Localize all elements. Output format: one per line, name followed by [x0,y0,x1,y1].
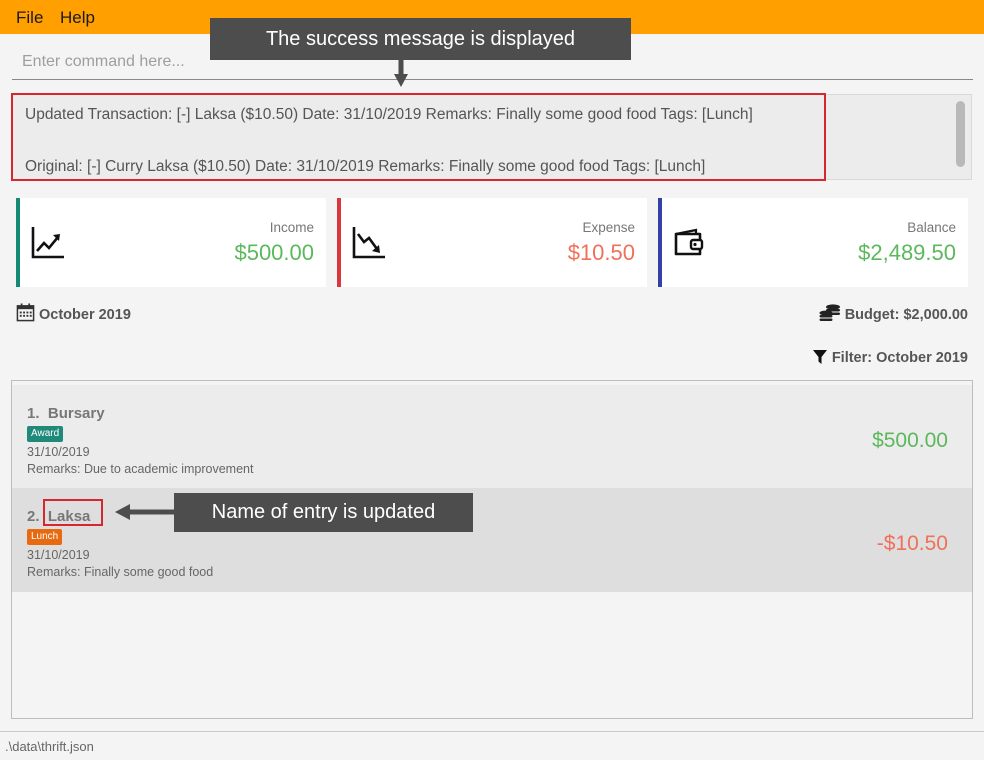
filter-label: Filter: October 2019 [831,350,968,366]
balance-value: $2,489.50 [858,240,956,265]
name-highlight-box [43,499,103,526]
coins-icon [819,304,840,321]
balance-card-bar [658,198,662,287]
menu-help[interactable]: Help [60,8,95,28]
wallet-icon [674,228,704,256]
success-callout: The success message is displayed [210,18,631,60]
income-card-bar [16,198,20,287]
expense-card: Expense $10.50 [337,198,647,287]
transaction-amount: $500.00 [872,429,948,452]
period-indicator: October 2019 [16,303,131,323]
result-scrollbar[interactable] [956,101,965,167]
name-updated-arrow [115,504,176,520]
transaction-row-1[interactable]: 1. Bursary Award 31/10/2019 Remarks: Due… [12,385,972,489]
filter-indicator: Filter: October 2019 [812,349,968,366]
tag-lunch: Lunch [27,529,63,545]
balance-card: Balance $2,489.50 [658,198,968,287]
transaction-date: 31/10/2019 [27,548,90,562]
calendar-icon [16,303,35,322]
data-file-path: .\data\thrift.json [5,739,94,754]
income-value: $500.00 [234,240,314,265]
result-highlight-box [11,93,826,181]
trend-down-icon [352,227,385,259]
trend-up-icon [31,227,64,259]
transaction-remarks: Remarks: Finally some good food [27,565,214,579]
period-label: October 2019 [39,307,131,323]
tag-award: Award [27,426,64,442]
expense-label: Expense [582,220,635,235]
expense-value: $10.50 [567,240,635,265]
menu-file[interactable]: File [16,8,43,28]
filter-icon [812,350,827,364]
status-bar: .\data\thrift.json [0,731,984,760]
transaction-date: 31/10/2019 [27,445,90,459]
transaction-remarks: Remarks: Due to academic improvement [27,462,254,476]
expense-card-bar [337,198,341,287]
income-card: Income $500.00 [16,198,326,287]
income-label: Income [269,220,314,235]
transaction-amount: -$10.50 [876,532,948,555]
transaction-name: Bursary [47,405,105,422]
budget-indicator: Budget: $2,000.00 [819,303,968,323]
success-callout-arrow [394,58,408,87]
transaction-list: 1. Bursary Award 31/10/2019 Remarks: Due… [11,380,973,719]
transaction-title: 1. Bursary [27,405,105,422]
balance-label: Balance [907,220,956,235]
budget-label: Budget: $2,000.00 [844,307,968,323]
name-updated-callout: Name of entry is updated [174,493,473,532]
